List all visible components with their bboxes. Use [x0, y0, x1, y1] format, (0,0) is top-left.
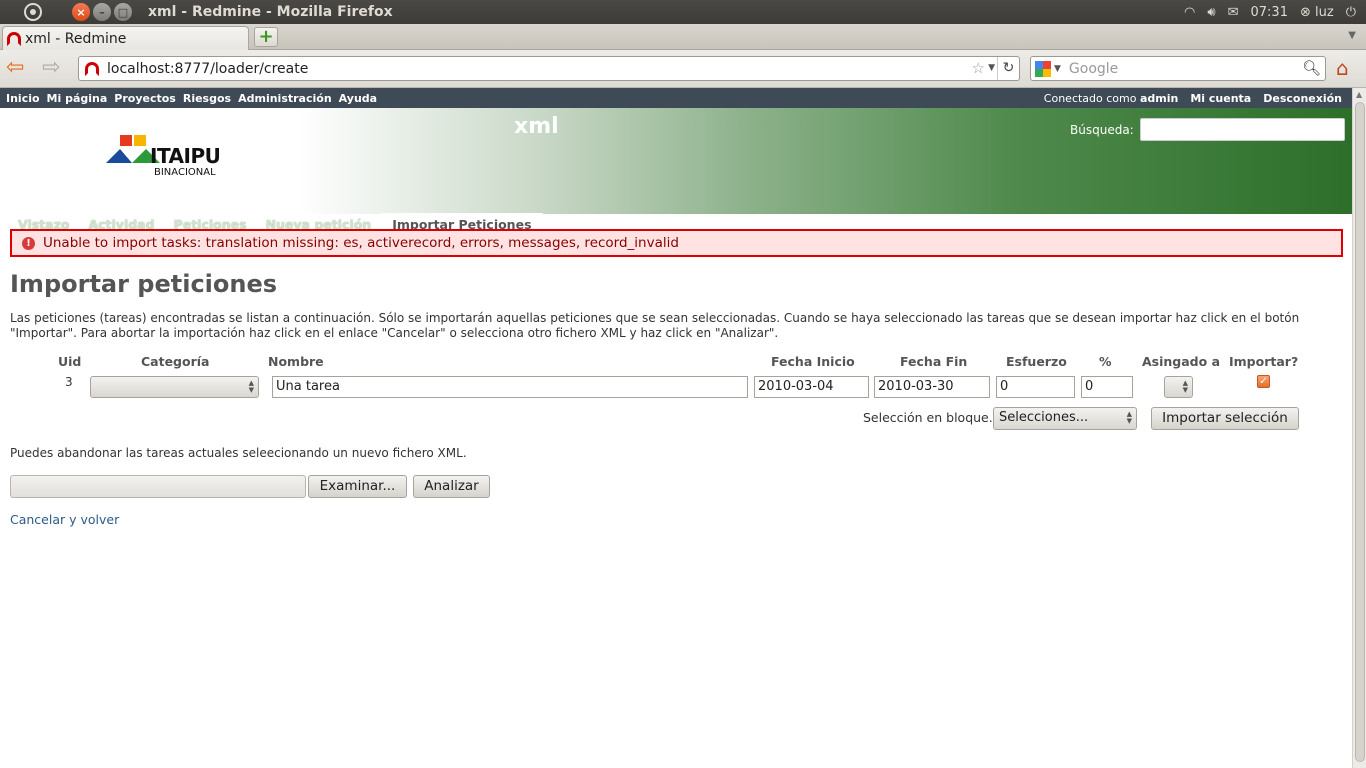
- window-controls: × – □: [72, 3, 132, 21]
- tabs-list-chevron-icon[interactable]: ▼: [1348, 30, 1356, 41]
- url-text[interactable]: localhost:8777/loader/create: [107, 61, 308, 77]
- row-uid: 3: [65, 375, 73, 389]
- top-menu-proyectos[interactable]: Proyectos: [114, 92, 176, 105]
- import-checkbox[interactable]: ✓: [1257, 375, 1270, 388]
- wifi-icon[interactable]: ◠: [1184, 5, 1195, 20]
- url-bar[interactable]: localhost:8777/loader/create ☆ ▼ ↻: [78, 56, 1020, 81]
- itaipu-logo: ITAIPU BINACIONAL: [82, 130, 247, 182]
- power-icon[interactable]: ⏻: [1346, 5, 1356, 20]
- abandon-text: Puedes abandonar las tareas actuales sel…: [10, 446, 467, 460]
- top-menu-inicio[interactable]: Inicio: [6, 92, 40, 105]
- select-arrows-icon: ▲ ▼: [1182, 379, 1188, 394]
- redmine-favicon-icon: [7, 31, 21, 46]
- end-date-input[interactable]: 2010-03-30: [874, 376, 990, 398]
- percent-input[interactable]: 0: [1081, 376, 1133, 398]
- col-header-fecha-fin: Fecha Fin: [900, 354, 968, 369]
- project-title: xml: [514, 114, 559, 139]
- google-engine-icon[interactable]: [1035, 60, 1051, 77]
- col-header-esfuerzo: Esfuerzo: [1006, 354, 1067, 369]
- select-arrows-icon: ▲ ▼: [248, 379, 254, 394]
- col-header-percent: %: [1099, 354, 1112, 369]
- task-name-input[interactable]: Una tarea: [272, 376, 748, 398]
- col-header-asignado: Asingado a: [1142, 354, 1221, 369]
- bookmark-star-icon[interactable]: ☆: [972, 59, 985, 77]
- home-icon[interactable]: ⌂: [1336, 58, 1349, 78]
- start-date-input[interactable]: 2010-03-04: [754, 376, 869, 398]
- browser-tab[interactable]: xml - Redmine: [2, 26, 249, 50]
- browser-tabbar: xml - Redmine + ▼: [0, 24, 1366, 50]
- mail-icon[interactable]: ✉: [1228, 5, 1239, 20]
- xml-file-input[interactable]: [10, 475, 306, 498]
- category-select[interactable]: ▲ ▼: [90, 376, 259, 398]
- maximize-window-icon[interactable]: □: [114, 3, 132, 21]
- col-header-nombre: Nombre: [268, 354, 324, 369]
- effort-input[interactable]: 0: [996, 376, 1075, 398]
- quick-search: Búsqueda:: [1070, 118, 1345, 141]
- bulk-selection-select[interactable]: Selecciones... ▲ ▼: [993, 407, 1137, 430]
- minimize-window-icon[interactable]: –: [93, 3, 111, 21]
- error-icon: !: [22, 236, 35, 250]
- logged-prefix: Conectado como: [1043, 91, 1137, 105]
- clock[interactable]: 07:31: [1251, 5, 1288, 20]
- reload-icon[interactable]: ↻: [997, 57, 1019, 80]
- scrollbar-thumb[interactable]: [1355, 102, 1365, 762]
- page-title: Importar peticiones: [10, 270, 278, 298]
- search-icon[interactable]: 🔍︎: [1302, 59, 1321, 77]
- search-placeholder[interactable]: Google: [1069, 61, 1118, 77]
- user-name: luz: [1315, 4, 1334, 20]
- error-flash: ! Unable to import tasks: translation mi…: [10, 229, 1343, 257]
- logged-user[interactable]: admin: [1140, 92, 1178, 105]
- os-top-panel: × – □ xml - Redmine - Mozilla Firefox ◠ …: [0, 0, 1366, 24]
- search-label: Búsqueda:: [1070, 122, 1134, 137]
- user-menu[interactable]: ⊗ luz: [1300, 5, 1334, 20]
- tab-title: xml - Redmine: [25, 30, 127, 47]
- col-header-fecha-inicio: Fecha Inicio: [771, 354, 855, 369]
- assigned-select[interactable]: ▲ ▼: [1164, 376, 1193, 398]
- quick-search-input[interactable]: [1139, 118, 1345, 141]
- new-tab-button[interactable]: +: [254, 27, 278, 47]
- browser-navbar: ⇦ ⇨ localhost:8777/loader/create ☆ ▼ ↻ ▼…: [0, 50, 1366, 88]
- col-header-categoria: Categoría: [141, 354, 210, 369]
- error-message: Unable to import tasks: translation miss…: [43, 235, 679, 251]
- window-title: xml - Redmine - Mozilla Firefox: [148, 4, 393, 20]
- top-menu-ayuda[interactable]: Ayuda: [339, 92, 377, 105]
- forward-button[interactable]: ⇨: [42, 57, 60, 79]
- user-status-icon: ⊗: [1299, 4, 1311, 20]
- page-scrollbar[interactable]: ▲: [1352, 88, 1366, 768]
- logo-text: ITAIPU: [150, 144, 221, 168]
- bulk-selection-label: Selección en bloque.: [863, 410, 993, 425]
- header: ITAIPU BINACIONAL xml Búsqueda: Vistazo …: [0, 108, 1352, 235]
- top-menu-administracion[interactable]: Administración: [238, 92, 332, 105]
- page-description: Las peticiones (tareas) encontradas se l…: [10, 311, 1300, 340]
- top-menu-riesgos[interactable]: Riesgos: [183, 92, 231, 105]
- col-header-uid: Uid: [58, 354, 82, 369]
- back-button[interactable]: ⇦: [6, 57, 24, 79]
- site-identity-icon[interactable]: [85, 61, 99, 76]
- browse-button[interactable]: Examinar...: [308, 475, 407, 498]
- volume-icon[interactable]: 🔊︎: [1207, 5, 1215, 20]
- scroll-up-icon[interactable]: ▲: [1356, 90, 1362, 99]
- logout-link[interactable]: Desconexión: [1263, 92, 1342, 105]
- history-dropdown-icon[interactable]: ▼: [988, 63, 995, 73]
- ubuntu-logo-icon[interactable]: [24, 3, 42, 21]
- top-menu: Inicio Mi página Proyectos Riesgos Admin…: [0, 88, 1352, 108]
- page-viewport: Inicio Mi página Proyectos Riesgos Admin…: [0, 88, 1352, 768]
- analyze-button[interactable]: Analizar: [413, 475, 490, 498]
- system-tray: ◠ 🔊︎ ✉ 07:31 ⊗ luz ⏻: [1184, 0, 1356, 24]
- engine-dropdown-icon[interactable]: ▼: [1054, 64, 1061, 74]
- cancel-link[interactable]: Cancelar y volver: [10, 512, 119, 527]
- close-window-icon[interactable]: ×: [72, 3, 90, 21]
- col-header-importar: Importar?: [1229, 354, 1299, 369]
- logo-subtext: BINACIONAL: [154, 167, 216, 178]
- my-account-link[interactable]: Mi cuenta: [1190, 92, 1251, 105]
- select-arrows-icon: ▲ ▼: [1126, 410, 1132, 425]
- search-bar[interactable]: ▼ Google 🔍︎: [1030, 56, 1326, 81]
- logged-as: Conectado como admin: [1044, 92, 1179, 105]
- top-menu-mi-pagina[interactable]: Mi página: [47, 92, 108, 105]
- import-selection-button[interactable]: Importar selección: [1151, 407, 1299, 430]
- bulk-selection-value: Selecciones...: [999, 410, 1089, 425]
